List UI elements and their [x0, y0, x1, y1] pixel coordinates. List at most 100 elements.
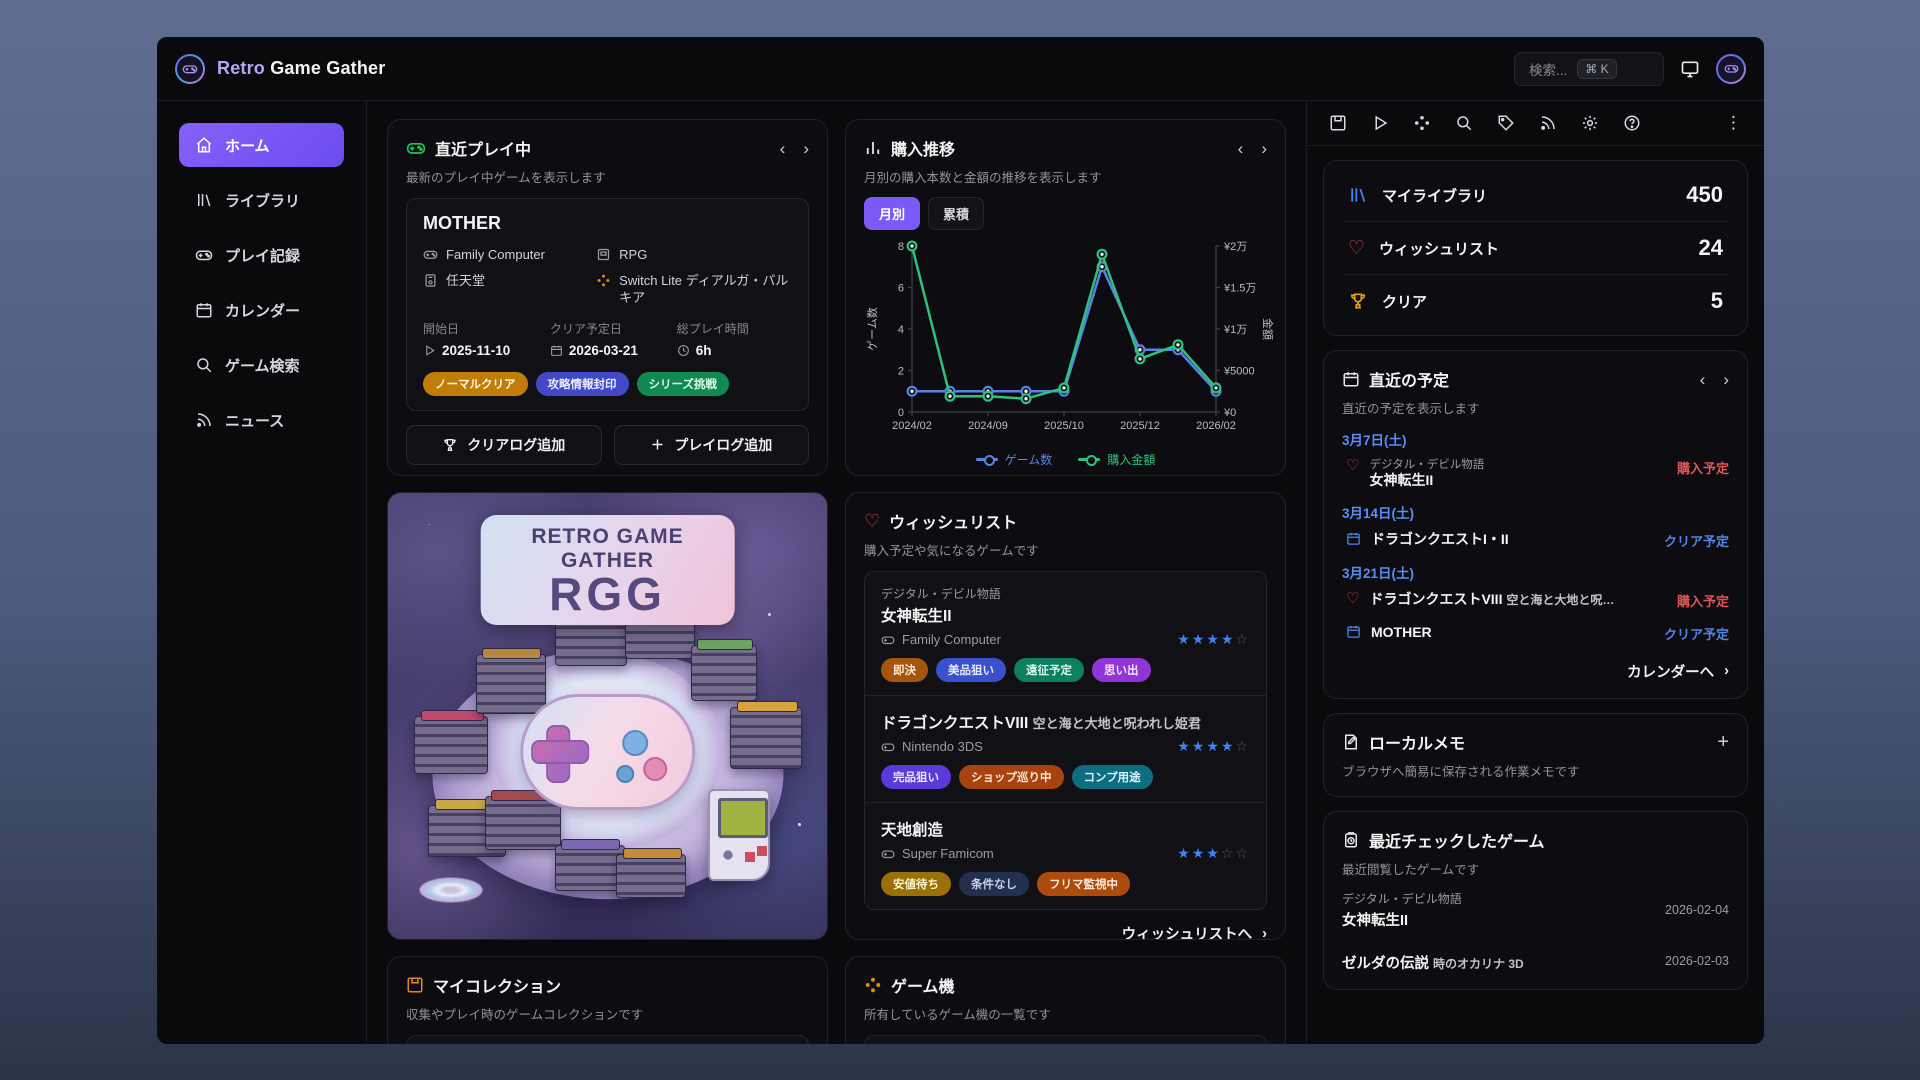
schedule-item[interactable]: ♡ デジタル・デビル物語 女神転生II 購入予定 — [1342, 458, 1729, 490]
sidebar-item-game-search[interactable]: ゲーム検索 — [179, 343, 344, 387]
stat-wishlist[interactable]: ♡ ウィッシュリスト 24 — [1342, 221, 1729, 274]
prev-button[interactable]: ‹ — [1238, 140, 1244, 157]
wishlist-tag: 条件なし — [959, 872, 1029, 896]
wishlist-subtitle: 購入予定や気になるゲームです — [864, 540, 1267, 559]
right-panel: ⋮ マイライブラリ 450 ♡ ウィッシュリスト 24 — [1306, 101, 1764, 1044]
artwork-gameboy — [708, 789, 770, 881]
clear-date-block: クリア予定日 2026-03-21 — [550, 320, 677, 358]
next-button[interactable]: › — [1723, 371, 1729, 388]
more-menu-button[interactable]: ⋮ — [1725, 113, 1742, 133]
sidebar-item-home[interactable]: ホーム — [179, 123, 344, 167]
recent-games-card: 最近チェックしたゲーム 最近閲覧したゲームです デジタル・デビル物語 女神転生I… — [1323, 811, 1748, 990]
toggle-monthly[interactable]: 月別 — [864, 197, 920, 230]
news-tool-button[interactable] — [1539, 114, 1557, 132]
tags-tool-button[interactable] — [1497, 114, 1515, 132]
wishlist-item[interactable]: デジタル・デビル物語 女神転生II Family Computer ★★★★☆ … — [865, 572, 1266, 695]
wishlist-see-all-link[interactable]: ウィッシュリストへ› — [864, 923, 1267, 940]
svg-text:¥5000: ¥5000 — [1223, 366, 1255, 378]
wishlist-item[interactable]: ドラゴンクエストVIII 空と海と大地と呪われし姫君 Nintendo 3DS … — [865, 695, 1266, 802]
play-tool-button[interactable] — [1371, 114, 1389, 132]
rss-icon — [1539, 114, 1557, 132]
now-playing-card: 直近プレイ中 ‹ › 最新のプレイ中ゲームを表示します MOTHER Famil… — [387, 119, 828, 476]
tag-icon — [1497, 114, 1515, 132]
chart-legend: ゲーム数 購入金額 — [864, 451, 1267, 468]
svg-text:2024/09: 2024/09 — [968, 420, 1008, 432]
game-title: MOTHER — [423, 213, 792, 234]
gamepad-icon — [1724, 61, 1739, 76]
now-playing-game-card[interactable]: MOTHER Family Computer RPG 任天堂 — [406, 198, 809, 411]
hero-artwork: RETRO GAME GATHER RGG — [387, 492, 828, 940]
next-button[interactable]: › — [803, 140, 809, 157]
purchase-title: 購入推移 — [891, 136, 955, 160]
dpad-icon — [596, 273, 611, 288]
gamepad-icon — [406, 138, 426, 158]
svg-text:0: 0 — [898, 407, 904, 419]
sidebar-item-calendar[interactable]: カレンダー — [179, 288, 344, 332]
search-tool-button[interactable] — [1455, 114, 1473, 132]
legend-amount[interactable]: 購入金額 — [1078, 451, 1155, 468]
game-device: Switch Lite ディアルガ・パルキア — [596, 272, 792, 307]
add-play-log-button[interactable]: プレイログ追加 — [614, 425, 810, 465]
cartridge-stack — [555, 845, 625, 891]
cartridge-stack — [414, 716, 488, 774]
prev-button[interactable]: ‹ — [780, 140, 786, 157]
wishlist-tag: 即決 — [881, 658, 928, 682]
collection-subtitle: 収集やプレイ時のゲームコレクションです — [406, 1004, 809, 1023]
sidebar-item-play-log[interactable]: プレイ記録 — [179, 233, 344, 277]
svg-text:¥2万: ¥2万 — [1223, 241, 1247, 253]
schedule-item[interactable]: ドラゴンクエストI・II クリア予定 — [1342, 531, 1729, 550]
settings-tool-button[interactable] — [1581, 114, 1599, 132]
cartridge-stack — [616, 854, 686, 898]
chevron-right-icon: › — [1262, 926, 1267, 941]
legend-games[interactable]: ゲーム数 — [976, 451, 1053, 468]
add-memo-button[interactable]: + — [1717, 732, 1729, 752]
wishlist-tag: 完品狙い — [881, 765, 951, 789]
heart-icon: ♡ — [1346, 458, 1359, 473]
collection-tool-button[interactable] — [1329, 114, 1347, 132]
wishlist-item[interactable]: 天地創造 Super Famicom ★★★☆☆ 安値待ち 条件なし フリマ監視… — [865, 802, 1266, 909]
play-time-block: 総プレイ時間 6h — [677, 320, 792, 358]
stat-clear[interactable]: クリア 5 — [1342, 274, 1729, 327]
next-button[interactable]: › — [1261, 140, 1267, 157]
svg-text:2025/12: 2025/12 — [1120, 420, 1160, 432]
recent-date: 2026-02-03 — [1665, 954, 1729, 968]
dpad-cross — [531, 725, 585, 779]
toggle-cumulative[interactable]: 累積 — [928, 197, 984, 230]
collection-item[interactable]: MOTHERシリーズ — [406, 1035, 809, 1044]
consoles-tool-button[interactable] — [1413, 114, 1431, 132]
calendar-see-all-link[interactable]: カレンダーへ› — [1342, 661, 1729, 682]
sidebar-item-library[interactable]: ライブラリ — [179, 178, 344, 222]
app-logo-icon — [175, 54, 205, 84]
prev-button[interactable]: ‹ — [1700, 371, 1706, 388]
purchase-trend-card: 購入推移 ‹ › 月別の購入本数と金額の推移を表示します 月別 累積 02468… — [845, 119, 1286, 476]
schedule-item[interactable]: ♡ ドラゴンクエストVIII 空と海と大地と呪… 購入予定 — [1342, 591, 1729, 610]
search-input[interactable]: 検索... ⌘ K — [1514, 52, 1664, 86]
search-placeholder: 検索... — [1529, 59, 1567, 79]
calendar-icon — [550, 344, 563, 357]
trophy-icon — [442, 437, 458, 453]
gamepad-icon — [195, 246, 213, 264]
display-theme-button[interactable] — [1680, 59, 1700, 79]
recent-game-item[interactable]: デジタル・デビル物語 女神転生II 2026-02-04 — [1342, 890, 1729, 930]
calendar-icon — [1346, 531, 1361, 546]
sidebar-item-news[interactable]: ニュース — [179, 398, 344, 442]
schedule-item[interactable]: MOTHER クリア予定 — [1342, 624, 1729, 643]
app-window: Retro Game Gather 検索... ⌘ K ホーム ライブラリ — [157, 37, 1764, 1044]
console-item[interactable]: New 3DS LL ハイラルエディション — [864, 1035, 1267, 1044]
wishlist-tag: 遠征予定 — [1014, 658, 1084, 682]
gear-icon — [1581, 114, 1599, 132]
calendar-icon — [195, 301, 213, 319]
svg-text:2024/02: 2024/02 — [892, 420, 932, 432]
wishlist-card: ♡ ウィッシュリスト 購入予定や気になるゲームです デジタル・デビル物語 女神転… — [845, 492, 1286, 940]
wishlist-tag: コンプ用途 — [1072, 765, 1153, 789]
rating-stars: ★★★★☆ — [1177, 631, 1250, 648]
add-clear-log-button[interactable]: クリアログ追加 — [406, 425, 602, 465]
help-tool-button[interactable] — [1623, 114, 1641, 132]
user-avatar[interactable] — [1716, 54, 1746, 84]
recent-game-item[interactable]: ゼルダの伝説 時のオカリナ 3D 2026-02-03 — [1342, 950, 1729, 973]
box-icon — [406, 976, 424, 994]
stat-library[interactable]: マイライブラリ 450 — [1342, 169, 1729, 221]
purchase-subtitle: 月別の購入本数と金額の推移を表示します — [864, 167, 1267, 186]
game-maker: 任天堂 — [423, 272, 586, 307]
recent-date: 2026-02-04 — [1665, 903, 1729, 917]
